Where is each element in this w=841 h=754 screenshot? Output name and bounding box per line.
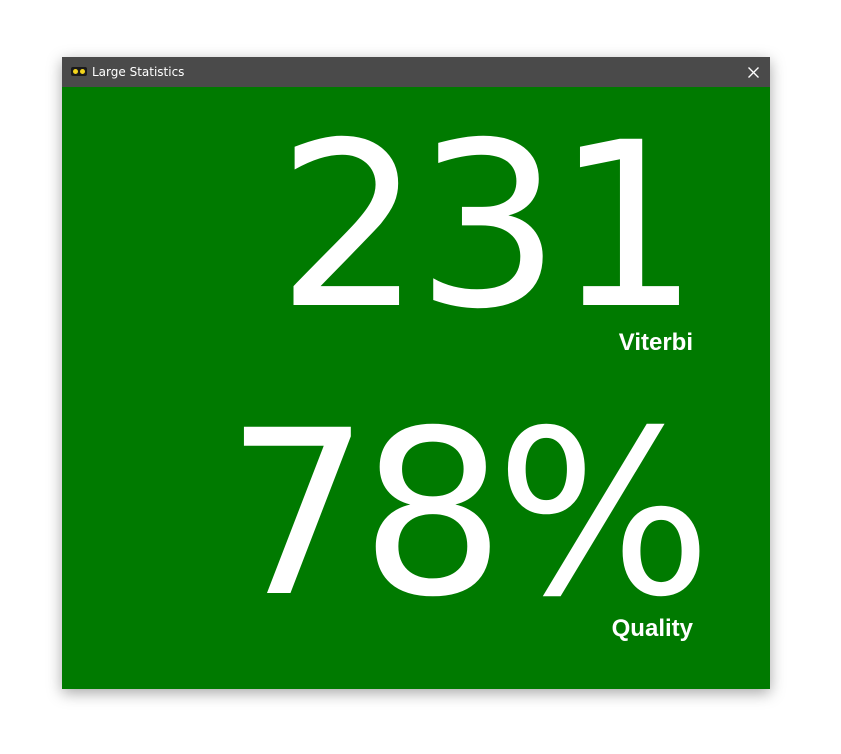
app-icon-left-lens: [73, 69, 78, 74]
stat-label-quality: Quality: [611, 615, 693, 642]
app-icon-right-lens: [80, 69, 85, 74]
title-bar[interactable]: Large Statistics: [62, 57, 770, 87]
stat-label-viterbi: Viterbi: [618, 329, 693, 356]
stats-panel: 231 Viterbi 78% Quality: [62, 87, 770, 689]
app-window: Large Statistics 231 Viterbi 78% Quality: [62, 57, 770, 689]
close-icon: [748, 67, 759, 78]
close-button[interactable]: [736, 57, 770, 87]
app-glasses-icon: [71, 67, 87, 76]
window-title: Large Statistics: [92, 65, 185, 79]
stat-value-quality: 78%: [225, 381, 712, 647]
stat-value-viterbi: 231: [276, 93, 700, 359]
